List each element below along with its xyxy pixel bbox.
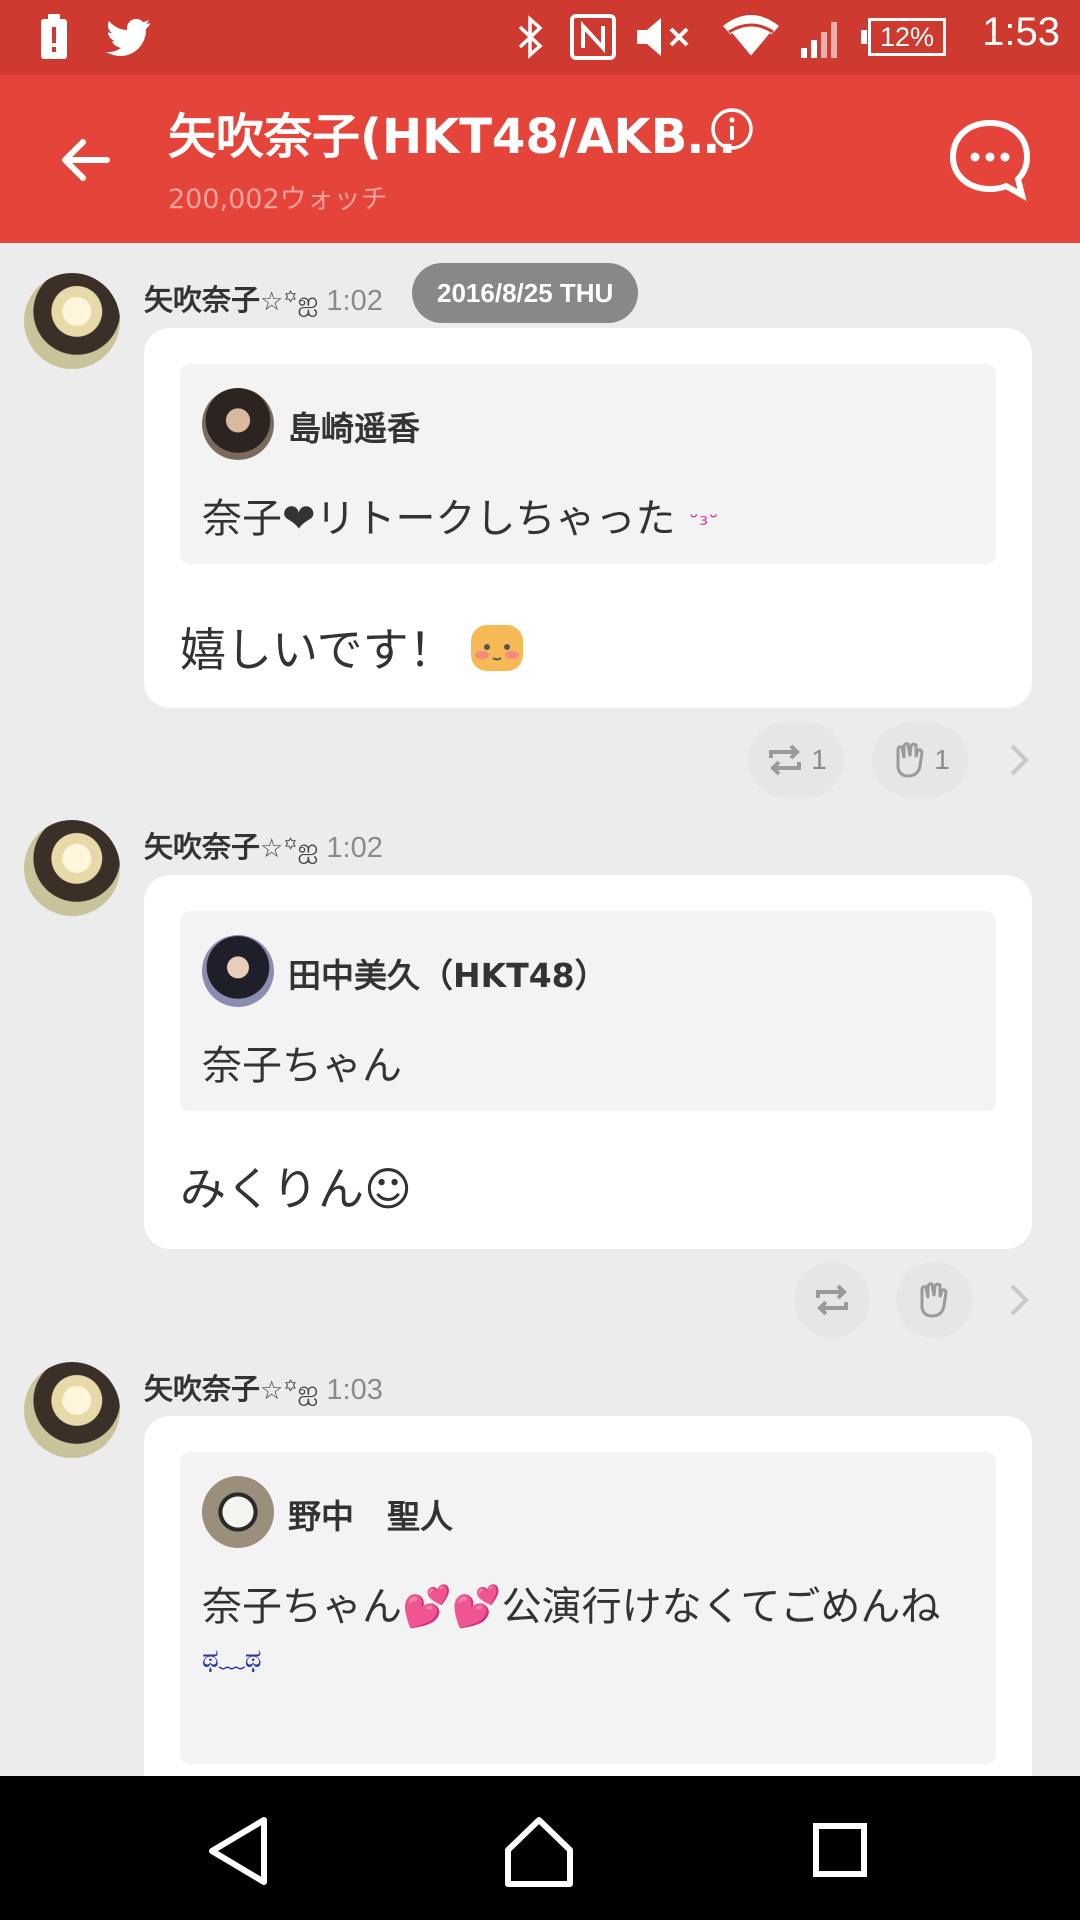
clap-count: 1 (934, 744, 950, 775)
back-arrow-icon[interactable] (55, 130, 115, 190)
watch-count: 200,002ウォッチ (168, 184, 388, 215)
info-icon[interactable] (710, 107, 754, 151)
kiss-emoji: ˘³˘ (688, 513, 720, 538)
wifi-icon (720, 12, 782, 62)
clap-icon (920, 1282, 948, 1318)
post-meta: 矢吹奈子☆꙳ஐ 1:02 (144, 277, 383, 320)
retalk-icon (769, 744, 802, 776)
name-decoration: ☆꙳ஐ (260, 287, 319, 317)
retalk-count: 1 (811, 744, 827, 775)
poster-name[interactable]: 矢吹奈子 (144, 830, 260, 864)
quoted-message[interactable]: 島崎遥香 奈子❤リトークしちゃった ˘³˘ (180, 364, 996, 564)
quoted-message[interactable]: 田中美久（HKT48） 奈子ちゃん (180, 911, 996, 1111)
post-time: 1:02 (326, 285, 383, 317)
quote-text: 奈子ちゃん💕💕公演行けなくてごめんね (202, 1584, 941, 1630)
quote-author: 島崎遥香 (288, 409, 420, 448)
clap-button[interactable] (896, 1262, 972, 1338)
avatar[interactable] (24, 1362, 120, 1458)
quote-author: 野中 聖人 (288, 1497, 453, 1536)
crying-emoji: ಥ﹏ಥ (202, 1644, 262, 1674)
navigation-bar (0, 1776, 1080, 1920)
quote-text: 奈子❤リトークしちゃった ˘³˘ (202, 496, 720, 542)
clap-button[interactable]: 1 (872, 722, 968, 798)
page-title[interactable]: 矢吹奈子(HKT48/AKB… (168, 97, 735, 167)
poster-name[interactable]: 矢吹奈子 (144, 1372, 260, 1406)
post-meta: 矢吹奈子☆꙳ஐ 1:02 (144, 824, 383, 867)
chevron-right-icon[interactable] (1004, 740, 1034, 780)
clock: 1:53 (982, 10, 1060, 54)
message-card: 田中美久（HKT48） 奈子ちゃん みくりん☺ (144, 875, 1032, 1249)
retalk-button[interactable] (794, 1262, 870, 1338)
poster-name[interactable]: 矢吹奈子 (144, 283, 260, 317)
date-badge: 2016/8/25 THU (412, 263, 639, 323)
recents-icon[interactable] (796, 1806, 886, 1896)
post-time: 1:03 (326, 1374, 383, 1406)
back-triangle-icon[interactable] (196, 1806, 286, 1896)
quote-author: 田中美久（HKT48） (288, 956, 608, 995)
avatar[interactable] (24, 273, 120, 369)
bluetooth-icon (510, 12, 550, 62)
retalk-button[interactable]: 1 (748, 722, 844, 798)
reply-text: 嬉しいです！ (180, 614, 525, 684)
quote-avatar (202, 388, 274, 460)
nfc-icon (568, 12, 618, 62)
battery-alert-icon (36, 12, 72, 62)
chevron-right-icon[interactable] (1004, 1280, 1034, 1320)
message-card: 島崎遥香 奈子❤リトークしちゃった ˘³˘ 嬉しいです！ (144, 328, 1032, 708)
signal-icon (798, 12, 846, 62)
retalk-icon (816, 1284, 848, 1316)
blush-face-icon (469, 623, 525, 684)
name-decoration: ☆꙳ஐ (260, 834, 319, 864)
status-bar: 12% 1:53 (0, 0, 1080, 75)
message-card: 野中 聖人 奈子ちゃん💕💕公演行けなくてごめんね ಥ﹏ಥ (144, 1416, 1032, 1816)
home-icon[interactable] (494, 1806, 584, 1896)
quote-text: 奈子ちゃん (202, 1043, 402, 1089)
clap-icon (896, 742, 924, 778)
name-decoration: ☆꙳ஐ (260, 1376, 319, 1406)
quote-avatar (202, 935, 274, 1007)
reply-text: みくりん☺ (180, 1162, 412, 1216)
chat-bubble-icon[interactable] (948, 117, 1032, 202)
mute-icon (634, 12, 694, 62)
avatar[interactable] (24, 820, 120, 916)
twitter-icon (102, 12, 154, 62)
post-time: 1:02 (326, 832, 383, 864)
post-meta: 矢吹奈子☆꙳ஐ 1:03 (144, 1366, 383, 1409)
battery-level: 12% (861, 18, 946, 56)
quote-avatar (202, 1476, 274, 1548)
quoted-message[interactable]: 野中 聖人 奈子ちゃん💕💕公演行けなくてごめんね ಥ﹏ಥ (180, 1452, 996, 1764)
app-bar: 矢吹奈子(HKT48/AKB… 200,002ウォッチ (0, 75, 1080, 243)
